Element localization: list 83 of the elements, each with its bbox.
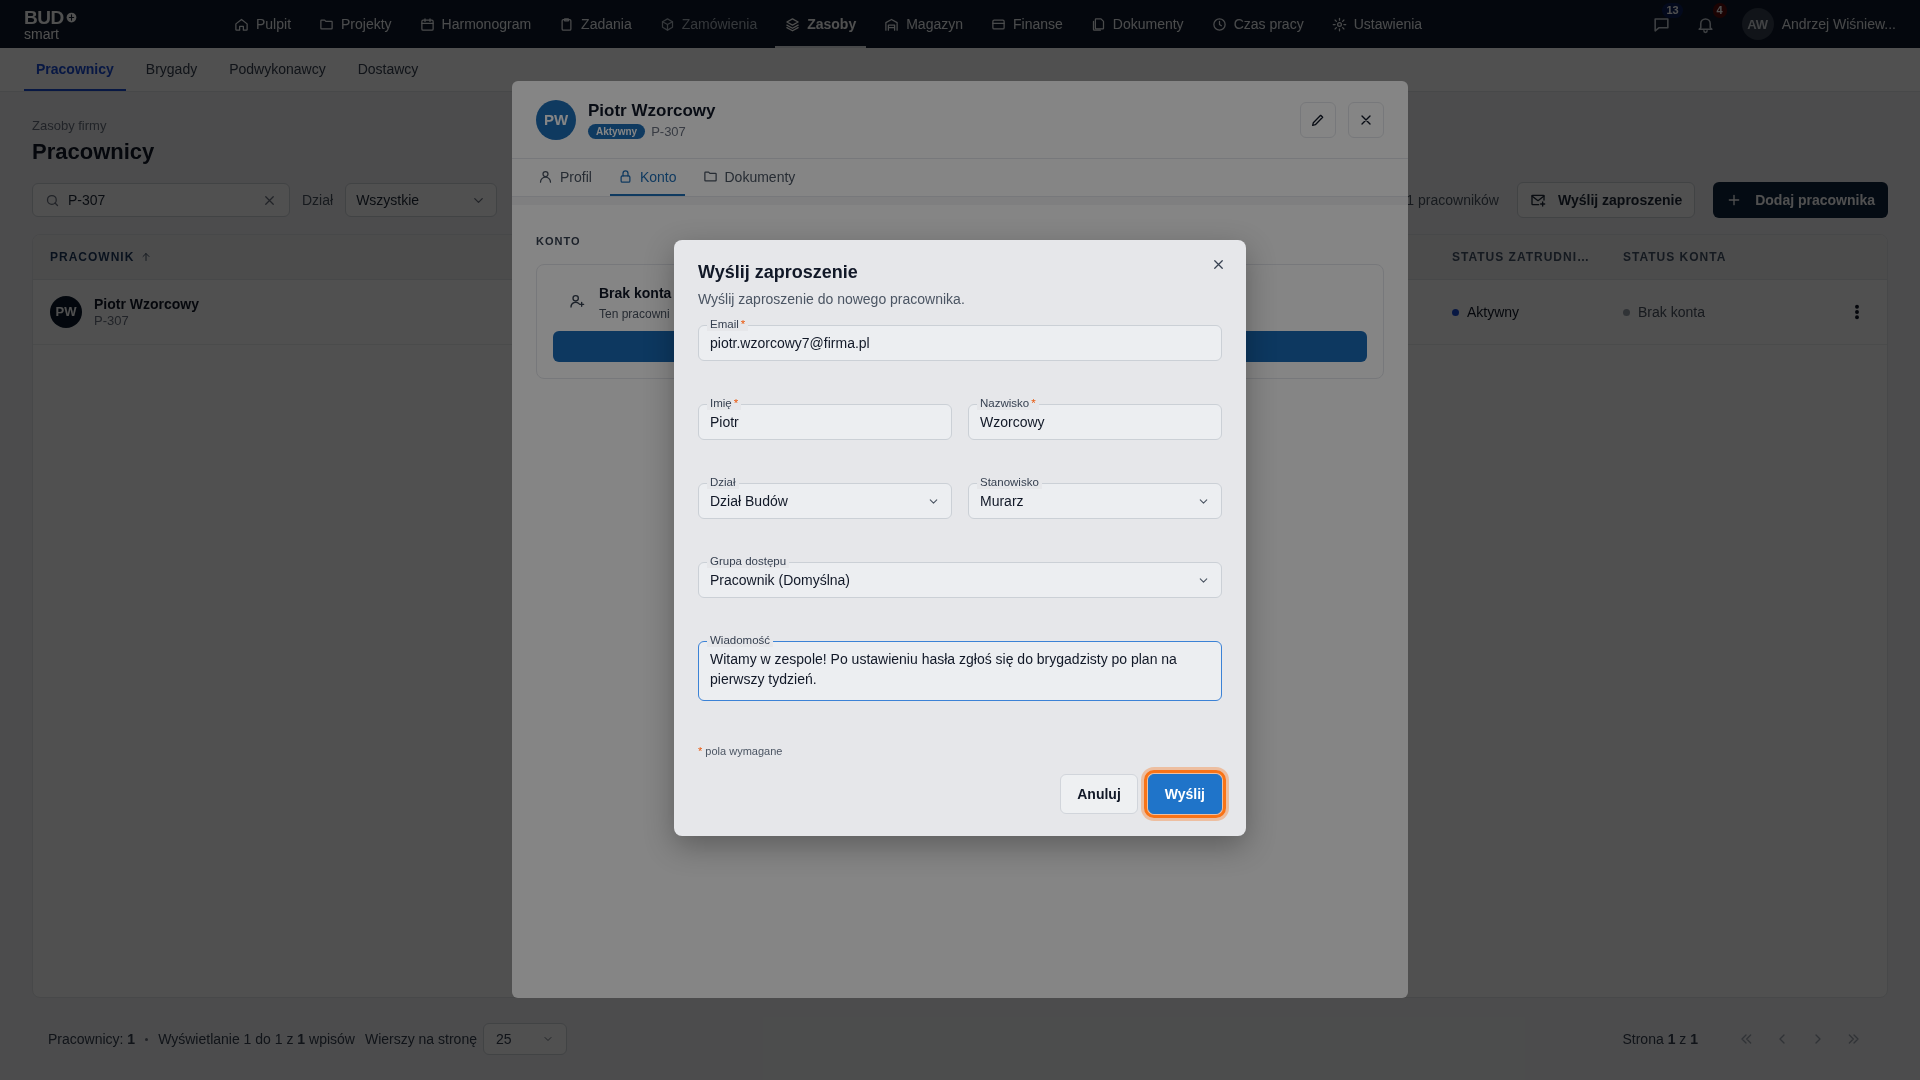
add-employee-button[interactable]: Dodaj pracownika: [1713, 182, 1888, 218]
subtab[interactable]: Brygady: [133, 48, 210, 91]
subtab[interactable]: Dostawcy: [345, 48, 431, 91]
clipboard-icon: [559, 16, 575, 32]
field-label: Nazwisko *: [977, 396, 1039, 410]
user-plus-icon: [569, 293, 585, 309]
employee-total: Pracownicy: 1: [48, 1031, 136, 1047]
input-field[interactable]: Nazwisko * Wzorcowy: [968, 396, 1222, 440]
department-select[interactable]: Wszystkie: [345, 183, 498, 217]
employee-avatar: PW: [536, 99, 576, 140]
subtab[interactable]: Podwykonawcy: [217, 48, 338, 91]
clock-icon: [1211, 16, 1227, 32]
nav-item[interactable]: Finanse: [981, 0, 1073, 48]
status-text: Aktywny: [1467, 304, 1520, 320]
logo-icon: [64, 10, 78, 24]
page-indicator: Strona 1 z 1: [1622, 1031, 1698, 1047]
search-icon: [45, 192, 60, 208]
input-field[interactable]: Imię * Piotr: [698, 396, 952, 440]
pagination-summary: Wyświetlanie 1 do 1 z 1 wpisów: [158, 1031, 355, 1047]
cancel-button[interactable]: Anuluj: [1060, 774, 1138, 814]
warehouse-icon: [884, 16, 900, 32]
select-field[interactable]: Grupa dostępu Pracownik (Domyślna): [698, 554, 1222, 598]
required-note: * pola wymagane: [698, 745, 784, 757]
subtab[interactable]: Pracownicy: [24, 48, 126, 91]
rows-per-page-label: Wierszy na stronę: [364, 1031, 477, 1047]
panel-tab[interactable]: Konto: [609, 159, 685, 196]
nav-item[interactable]: Ustawienia: [1321, 0, 1433, 48]
employee-code: P-307: [651, 123, 686, 139]
nav-item[interactable]: Projekty: [309, 0, 402, 48]
field-label: Wiadomość: [707, 633, 774, 647]
count-badge: 4: [1712, 3, 1727, 18]
column-header[interactable]: PRACOWNIK: [50, 250, 135, 264]
lock-icon: [617, 169, 633, 184]
field-label: Email *: [707, 317, 749, 331]
calendar-icon: [419, 16, 435, 32]
select-field[interactable]: Stanowisko Murarz: [968, 475, 1222, 519]
status-badge: Aktywny: [588, 123, 646, 139]
panel-tab[interactable]: Profil: [530, 159, 600, 196]
nav-item[interactable]: Magazyn: [874, 0, 973, 48]
message-field[interactable]: Wiadomość Witamy w zespole! Po ustawieniu hasła zgłoś się do brygadzisty po plan na pierwszy tydzień.: [698, 633, 1222, 701]
employee-name: Piotr Wzorcowy: [588, 100, 716, 121]
dialog-title: Wyślij zaproszenie: [698, 262, 859, 283]
employee-name[interactable]: Piotr Wzorcowy: [94, 295, 199, 313]
card-title: Brak konta: [599, 285, 672, 301]
search-field[interactable]: P-307: [32, 183, 290, 217]
edit-button[interactable]: [1300, 101, 1336, 138]
field-label: Imię *: [707, 396, 742, 410]
card-description: Ten pracowni: [599, 307, 671, 321]
home-icon: [234, 16, 249, 32]
field-label: Grupa dostępu: [707, 554, 790, 568]
folder-icon: [319, 16, 335, 32]
input-field[interactable]: Email * piotr.wzorcowy7@firma.pl: [698, 317, 1222, 361]
card-icon: [991, 16, 1006, 32]
mail-icon: [1529, 192, 1546, 208]
user-icon: [538, 169, 553, 184]
panel-tab[interactable]: Dokumenty: [694, 159, 804, 196]
section-title: KONTO: [536, 235, 582, 247]
rows-per-page-select[interactable]: 25: [482, 1023, 567, 1055]
logo-subtitle: smart: [24, 26, 59, 41]
count-badge: 13: [1662, 3, 1683, 18]
select-field[interactable]: Dział Dział Budów: [698, 475, 952, 519]
nav-item[interactable]: Dokumenty: [1080, 0, 1194, 48]
nav-item[interactable]: Czas pracy: [1201, 0, 1314, 48]
box-icon: [659, 16, 675, 32]
field-label: Dział: [707, 475, 739, 489]
logo-text: BUD: [24, 7, 64, 27]
nav-item[interactable]: Zadania: [549, 0, 642, 48]
layers-icon: [785, 16, 801, 32]
dialog-subtitle: Wyślij zaproszenie do nowego pracownika.: [698, 291, 966, 307]
user-name[interactable]: Andrzej Wiśniew...: [1781, 16, 1896, 32]
invite-button[interactable]: Wyślij zaproszenie: [1516, 182, 1696, 218]
close-button[interactable]: [1348, 101, 1384, 138]
sort-arrow-icon: [140, 251, 153, 263]
settings-icon: [1331, 16, 1347, 32]
document-icon: [1090, 16, 1106, 32]
nav-item[interactable]: Harmonogram: [409, 0, 542, 48]
close-icon[interactable]: [1211, 257, 1226, 272]
folder-icon: [702, 169, 718, 184]
page-title: Pracownicy: [32, 139, 155, 165]
nav-item[interactable]: Pulpit: [224, 0, 302, 48]
status-text: Brak konta: [1638, 304, 1705, 320]
employee-avatar: PW: [50, 296, 82, 328]
field-label: Stanowisko: [977, 475, 1042, 489]
